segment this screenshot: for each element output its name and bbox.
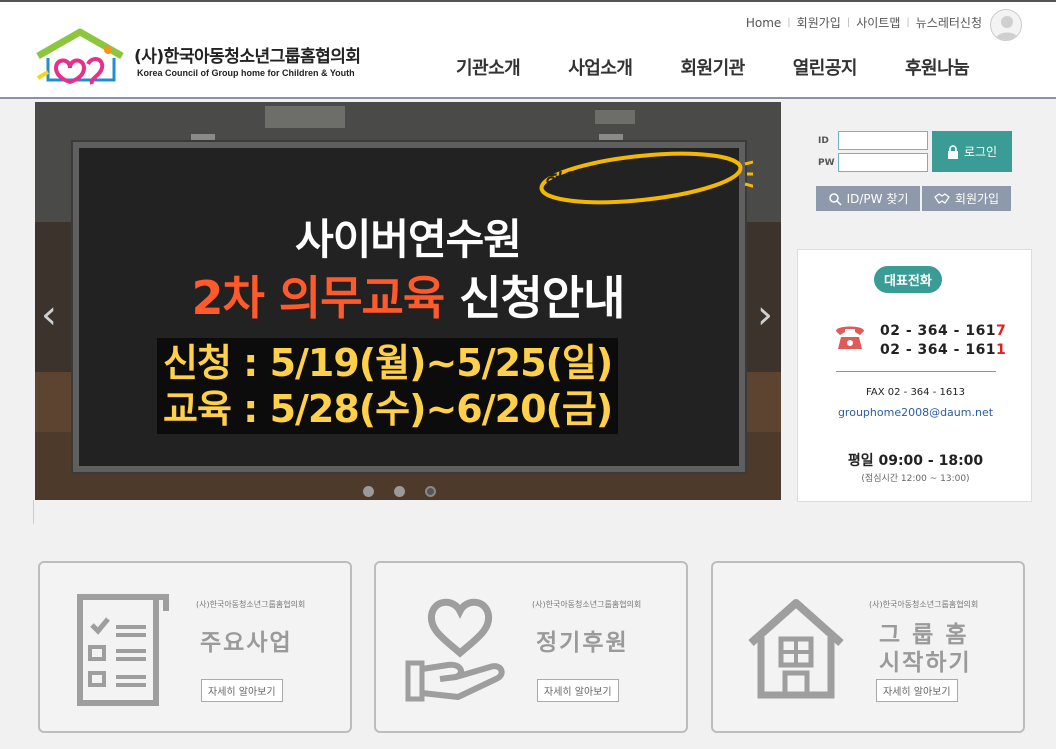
phone-number-2-last: 1 <box>996 342 1007 358</box>
pw-label: PW <box>818 158 835 168</box>
main-nav: 기관소개 사업소개 회원기관 열린공지 후원나눔 <box>456 54 1017 80</box>
card-title: 주요사업 <box>200 630 293 656</box>
card-regular-donation[interactable]: (사)한국아동청소년그룹홈협의회 정기후원 자세히 알아보기 <box>374 561 688 733</box>
slider-pagination <box>363 486 456 497</box>
heart-hand-icon <box>405 598 505 702</box>
user-avatar-icon[interactable] <box>990 9 1022 41</box>
phone-number-2-main: 02 - 364 - 161 <box>880 342 997 358</box>
checklist-icon <box>77 594 169 706</box>
nav-item-donation[interactable]: 후원나눔 <box>905 54 970 80</box>
telephone-icon <box>836 326 864 349</box>
phone-number-1-last: 7 <box>996 323 1007 339</box>
phone-number-1: 02 - 364 - 1617 <box>880 323 1006 339</box>
banner-subheadline: 2차 의무교육 신청안내 <box>35 262 781 328</box>
card-title-line2: 시작하기 <box>879 650 972 676</box>
separator: | <box>906 17 910 28</box>
card-more-button[interactable]: 자세히 알아보기 <box>201 679 283 702</box>
card-org-label: (사)한국아동청소년그룹홈협의회 <box>532 600 642 609</box>
util-link-join[interactable]: 회원가입 <box>797 14 841 31</box>
logo-icon[interactable] <box>34 28 126 86</box>
login-button[interactable]: 로그인 <box>932 131 1012 172</box>
nav-item-about[interactable]: 기관소개 <box>456 54 521 80</box>
find-account-label: ID/PW 찾기 <box>846 192 909 206</box>
fax-number: FAX 02 - 364 - 1613 <box>866 387 965 398</box>
nav-item-notice[interactable]: 열린공지 <box>793 54 858 80</box>
banner-dates: 신청 : 5/19(월)~5/25(일) 교육 : 5/28(수)~6/20(금… <box>157 338 619 434</box>
phone-number-1-main: 02 - 364 - 161 <box>880 323 997 339</box>
find-account-button[interactable]: ID/PW 찾기 <box>816 186 920 211</box>
nav-item-projects[interactable]: 사업소개 <box>568 54 633 80</box>
util-link-sitemap[interactable]: 사이트맵 <box>856 14 900 31</box>
slider-dot-1[interactable] <box>363 486 374 497</box>
join-button[interactable]: 회원가입 <box>922 186 1011 211</box>
card-main-projects[interactable]: (사)한국아동청소년그룹홈협의회 주요사업 자세히 알아보기 <box>38 561 352 733</box>
banner-edu-date: 교육 : 5/28(수)~6/20(금) <box>163 387 613 431</box>
office-hours: 평일 09:00 - 18:00 <box>847 453 984 469</box>
org-name-english: Korea Council of Group home for Children… <box>137 68 355 78</box>
util-link-newsletter[interactable]: 뉴스레터신청 <box>916 14 982 31</box>
slider-prev-icon[interactable]: ‹ <box>41 292 57 338</box>
card-org-label: (사)한국아동청소년그룹홈협의회 <box>869 600 979 609</box>
banner-headline: 사이버연수원 <box>295 215 522 264</box>
id-input[interactable] <box>838 131 928 150</box>
phone-number-2: 02 - 364 - 1611 <box>880 342 1006 358</box>
nav-item-members[interactable]: 회원기관 <box>681 54 746 80</box>
main-banner-slider[interactable]: 협의회 회원대상 사이버연수원 2차 의무교육 신청안내 신청 : 5/19(월… <box>35 102 781 500</box>
separator: | <box>787 17 791 28</box>
card-org-label: (사)한국아동청소년그룹홈협의회 <box>196 600 306 609</box>
slider-dot-3[interactable] <box>425 486 436 497</box>
handshake-icon <box>934 192 950 204</box>
lunch-hours: (점심시간 12:00 ~ 13:00) <box>861 474 970 484</box>
separator: | <box>846 17 851 28</box>
utility-links: Home | 회원가입 | 사이트맵 | 뉴스레터신청 <box>746 14 982 31</box>
join-button-label: 회원가입 <box>954 192 1000 206</box>
contact-box: 대표전화 02 - 364 - 1617 02 - 364 - 1611 FAX… <box>797 249 1032 502</box>
banner-subheadline-rest: 신청안내 <box>459 271 625 325</box>
house-icon <box>748 599 844 699</box>
site-header: (사)한국아동청소년그룹홈협의회 Korea Council of Group … <box>0 0 1056 99</box>
pw-input[interactable] <box>838 153 928 172</box>
id-label: ID <box>818 136 829 146</box>
contact-title: 대표전화 <box>874 266 942 293</box>
slider-next-icon[interactable]: › <box>757 292 773 338</box>
banner-apply-date: 신청 : 5/19(월)~5/25(일) <box>163 341 613 385</box>
contact-divider <box>836 371 996 372</box>
card-more-button[interactable]: 자세히 알아보기 <box>537 679 619 702</box>
slider-dot-2[interactable] <box>394 486 405 497</box>
card-grouphome-start[interactable]: (사)한국아동청소년그룹홈협의회 그 룹 홈 시작하기 자세히 알아보기 <box>711 561 1025 733</box>
card-title: 정기후원 <box>536 630 629 656</box>
search-icon <box>828 192 842 206</box>
util-link-home[interactable]: Home <box>746 16 781 30</box>
org-name-korean: (사)한국아동청소년그룹홈협의회 <box>134 47 361 67</box>
card-more-button[interactable]: 자세히 알아보기 <box>876 679 958 702</box>
lock-icon <box>947 144 958 159</box>
login-button-label: 로그인 <box>963 145 998 159</box>
banner-highlight: 2차 의무교육 <box>191 271 446 325</box>
divider <box>33 500 34 524</box>
contact-email[interactable]: grouphome2008@daum.net <box>798 406 1033 419</box>
